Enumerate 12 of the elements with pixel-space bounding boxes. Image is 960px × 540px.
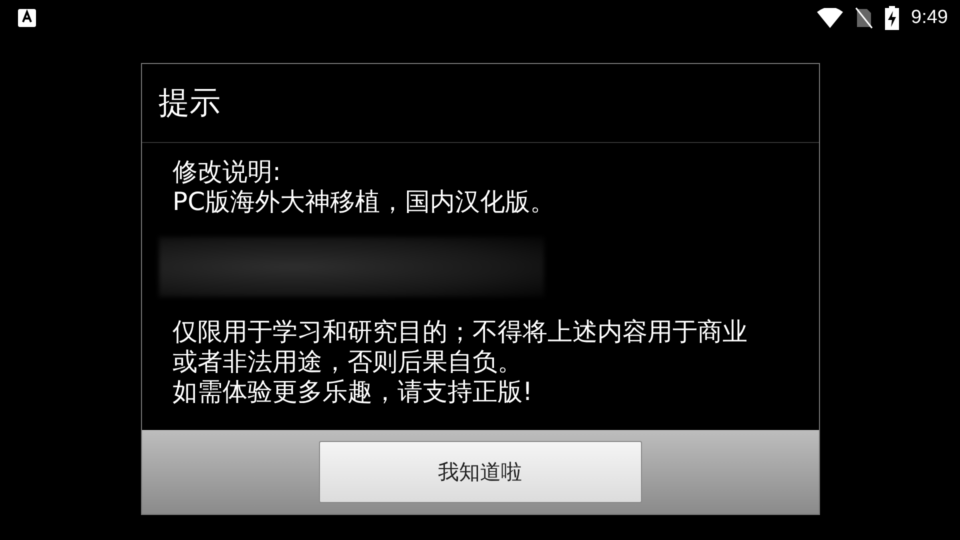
dialog-title: 提示 (142, 64, 818, 143)
confirm-button[interactable]: 我知道啦 (318, 441, 642, 503)
message-line: 或者非法用途，否则后果自负。 (172, 347, 522, 377)
message-line: 修改说明: (172, 157, 281, 187)
message-line: 仅限用于学习和研究目的；不得将上述内容用于商业 (172, 317, 748, 347)
clock-time: 9:49 (911, 7, 948, 29)
battery-charging-icon (885, 6, 900, 30)
app-notification-icon (18, 9, 36, 27)
message-line: PC版海外大神移植，国内汉化版。 (172, 187, 556, 217)
wifi-icon (817, 8, 844, 28)
message-line: 如需体验更多乐趣，请支持正版! (172, 377, 533, 407)
no-sim-icon (855, 7, 874, 29)
